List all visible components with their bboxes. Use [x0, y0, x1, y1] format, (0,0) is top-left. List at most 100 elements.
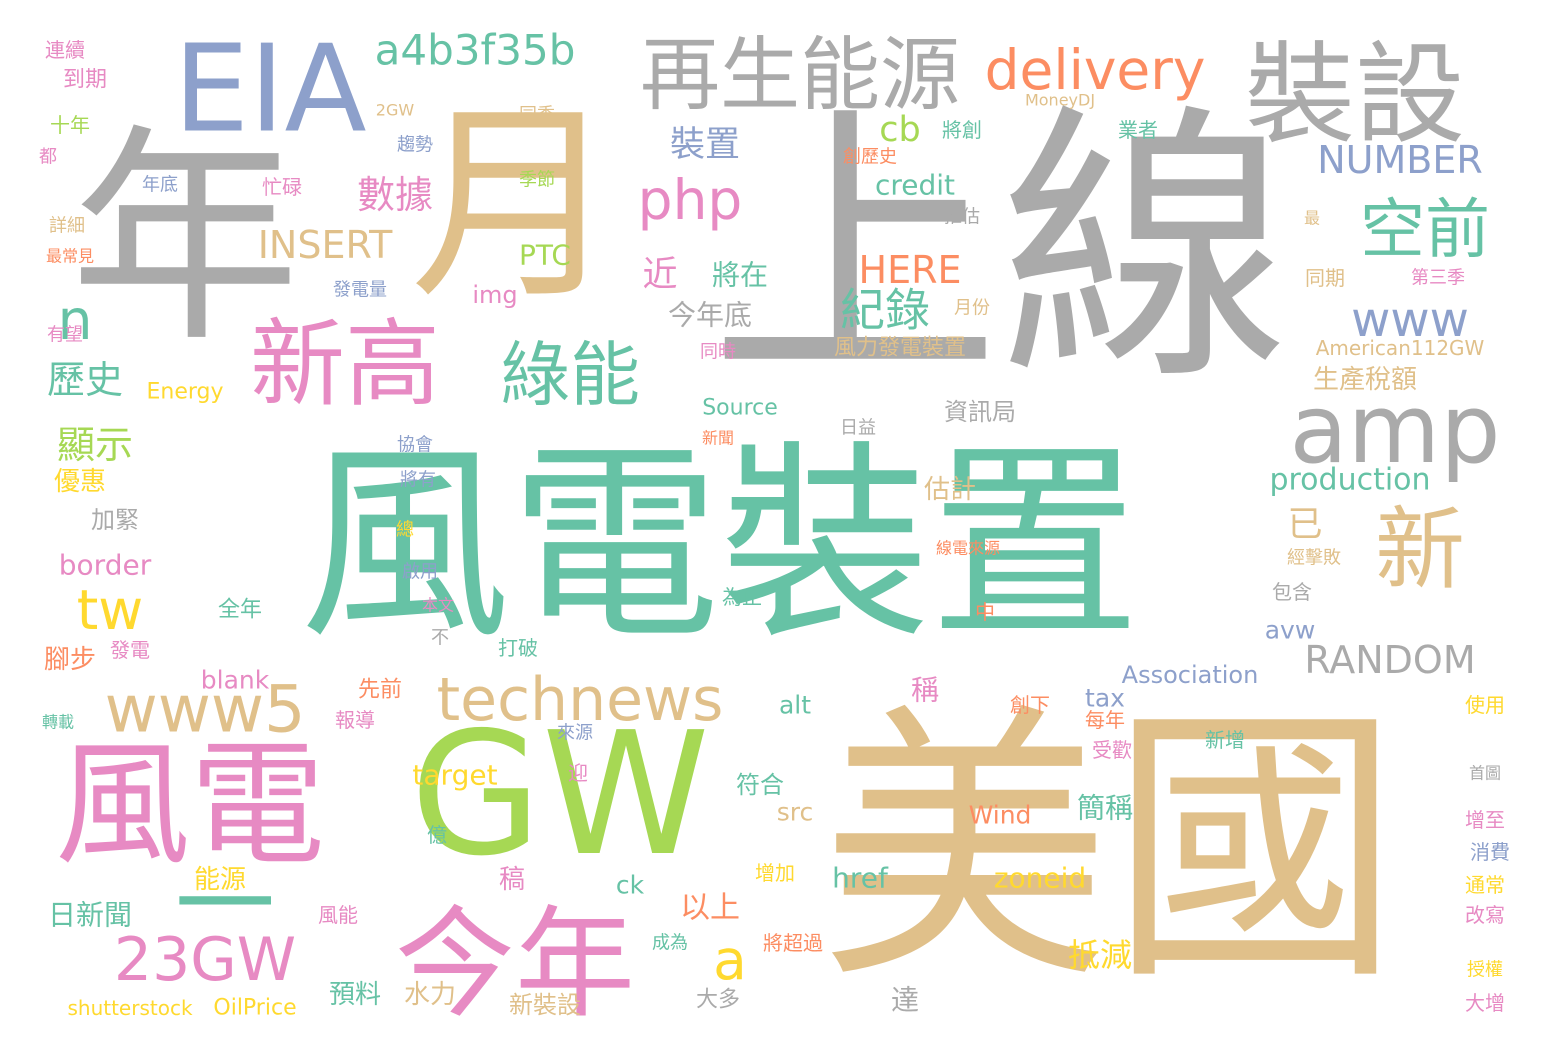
word-cloud-word: a4b3f35b [375, 26, 576, 75]
word-cloud-word: 同時 [700, 342, 736, 363]
word-cloud: 上線風電裝置美國年 月EIA風電 GW一 今年裝設再生能源新高新amp綠能delive… [39, 21, 1510, 1035]
word-cloud-word: 發電 [110, 638, 150, 662]
word-cloud-word: 億 [427, 823, 447, 847]
word-cloud-word: target [412, 759, 497, 792]
word-cloud-word: cb [879, 110, 920, 150]
word-cloud-word: 迎 [568, 761, 588, 785]
word-cloud-word: 增加 [755, 861, 795, 885]
word-cloud-word: 月份 [954, 298, 990, 319]
word-cloud-word: 通常 [1465, 873, 1505, 897]
word-cloud-word: blank [201, 666, 270, 695]
word-cloud-word: ck [616, 871, 645, 900]
word-cloud-word: 歷史 [47, 358, 123, 402]
word-cloud-word: 先前 [358, 678, 402, 703]
word-cloud-word: 最 [1304, 209, 1320, 228]
word-cloud-word: 顯示 [57, 423, 133, 467]
word-cloud-word: PTC [519, 239, 571, 272]
word-cloud-word: 協會 [397, 435, 433, 456]
word-cloud-word: 同季 [519, 105, 555, 126]
word-cloud-word: 總 [396, 520, 414, 541]
word-cloud-word: 將超過 [763, 931, 823, 955]
word-cloud-word: 不 [431, 628, 449, 649]
word-cloud-word: 新 [1375, 498, 1465, 603]
word-cloud-word: 到期 [63, 68, 107, 93]
word-cloud-word: INSERT [258, 223, 393, 267]
word-cloud-word: 業者 [1118, 118, 1158, 142]
word-cloud-word: 打破 [498, 636, 538, 660]
word-cloud-word: 能源 [194, 865, 246, 895]
word-cloud-word: 23GW [114, 925, 296, 995]
word-cloud-word: 資訊局 [944, 398, 1016, 426]
word-cloud-word: 有望 [47, 325, 83, 346]
word-cloud-word: src [777, 798, 814, 827]
word-cloud-word: 優惠 [54, 467, 106, 497]
word-cloud-word: 2GW [376, 101, 415, 120]
word-cloud-word: 預料 [329, 980, 381, 1010]
word-cloud-word: avw [1265, 616, 1316, 645]
word-cloud-word: 綠能 [500, 334, 640, 416]
word-cloud-word: 年底 [142, 175, 178, 196]
word-cloud-word: 近 [642, 255, 677, 295]
word-cloud-word: MoneyDJ [1025, 91, 1095, 110]
word-cloud-word: 創下 [1010, 693, 1050, 717]
word-cloud-word: 每年 [1085, 708, 1125, 732]
word-cloud-word: 今年底 [668, 299, 752, 332]
word-cloud-word: 數據 [357, 173, 433, 217]
word-cloud-word: 詳細 [49, 216, 85, 237]
word-cloud-word: 增至 [1465, 808, 1505, 832]
word-cloud-word: 將有 [400, 470, 436, 491]
word-cloud-word: 風力發電裝置 [834, 336, 966, 361]
word-cloud-word: 創歷史 [843, 147, 897, 168]
word-cloud-word: 日新聞 [48, 899, 132, 932]
word-cloud-word: 符合 [736, 771, 784, 799]
word-cloud-word: 消費 [1470, 840, 1510, 864]
word-cloud-word: 將創 [942, 118, 982, 142]
word-cloud-word: zoneid [994, 862, 1086, 895]
word-cloud-word: 報導 [335, 708, 375, 732]
word-cloud-word: 授權 [1467, 960, 1503, 981]
word-cloud-word: 首圖 [1469, 764, 1501, 783]
word-cloud-word: 腳步 [44, 645, 96, 675]
word-cloud-word: 上線 [710, 82, 1290, 419]
word-cloud-word: 稿 [499, 865, 525, 895]
word-cloud-word: 空前 [1360, 193, 1490, 268]
word-cloud-word: 稱 [911, 674, 939, 707]
word-cloud-word: href [832, 862, 889, 895]
word-cloud-word: EIA [173, 21, 366, 160]
word-cloud-word: 發電量 [333, 280, 387, 301]
word-cloud-word: 本文 [422, 596, 454, 615]
word-cloud-word: img [472, 281, 517, 309]
word-cloud-word: 風能 [318, 903, 358, 927]
word-cloud-word: 包含 [1272, 580, 1312, 604]
word-cloud-word: 風電裝置 [300, 423, 1140, 668]
word-cloud-word: production [1269, 463, 1430, 498]
word-cloud-word: border [59, 549, 152, 582]
word-cloud-word: 新裝設 [509, 991, 581, 1019]
word-cloud-word: 已 [1287, 505, 1322, 545]
word-cloud-word: 推估 [944, 207, 980, 228]
word-cloud-word: 成為 [652, 933, 688, 954]
word-cloud-word: 裝置 [670, 125, 740, 165]
word-cloud-word: credit [875, 169, 955, 202]
word-cloud-word: 估計 [924, 475, 976, 505]
word-cloud-word: a [713, 928, 747, 992]
word-cloud-word: 抵減 [1068, 936, 1132, 974]
word-cloud-word: 線電來源 [936, 539, 1000, 558]
word-cloud-word: 加緊 [91, 506, 139, 534]
word-cloud-word: 再生能源 [640, 29, 960, 122]
word-cloud-word: 簡稱 [1077, 792, 1133, 825]
word-cloud-word: 大多 [696, 988, 740, 1013]
word-cloud-word: 改寫 [1465, 903, 1505, 927]
word-cloud-word: alt [779, 691, 811, 720]
word-cloud-word: 全年 [218, 598, 262, 623]
word-cloud-word: 連續 [45, 38, 85, 62]
word-cloud-word: 來源 [557, 723, 593, 744]
word-cloud-word: 新高 [250, 310, 440, 420]
word-cloud-word: RANDOM [1304, 638, 1475, 682]
word-cloud-word: 趨勢 [397, 135, 433, 156]
word-cloud-word: 轉載 [42, 713, 74, 732]
word-cloud-word: 以上 [680, 891, 740, 926]
word-cloud-word: Source [702, 396, 778, 421]
word-cloud-word: Wind [969, 801, 1032, 830]
word-cloud-word: 日益 [840, 418, 876, 439]
